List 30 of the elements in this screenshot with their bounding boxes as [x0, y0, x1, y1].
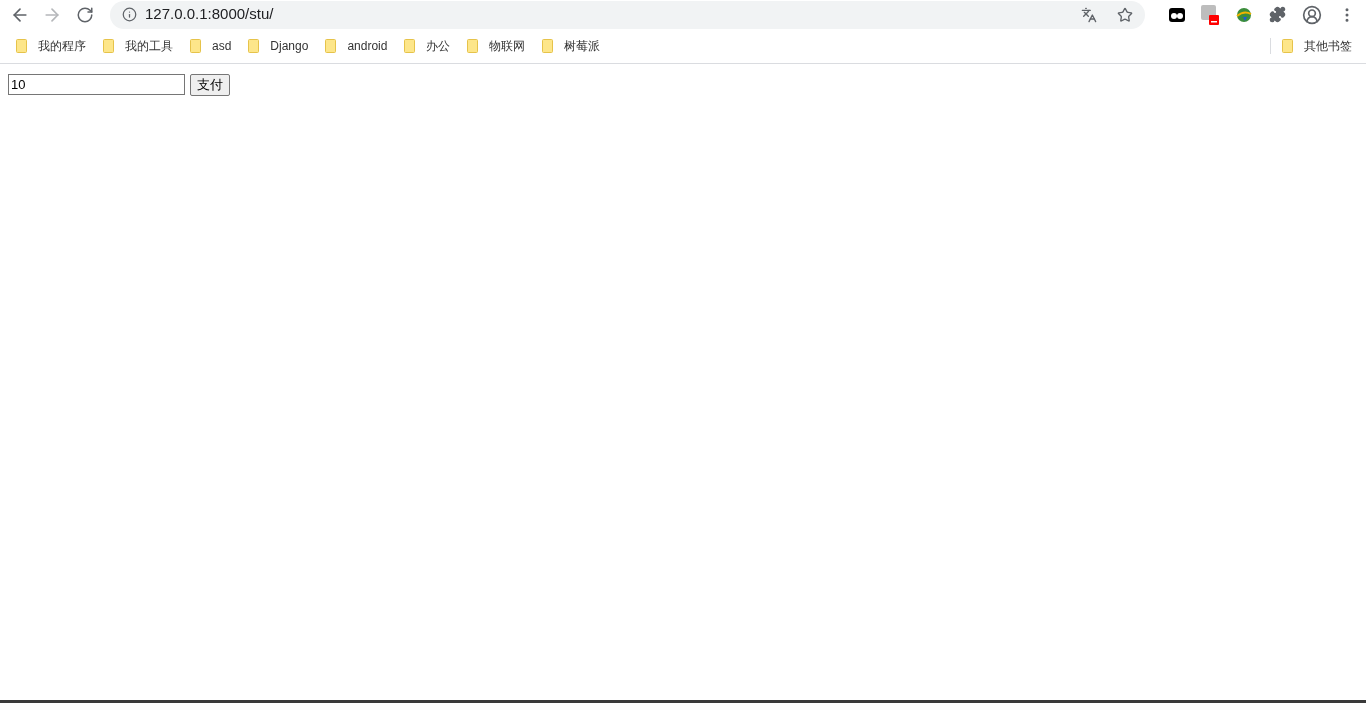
extension-icon[interactable] [1169, 7, 1185, 22]
folder-icon [542, 39, 554, 53]
folder-icon [248, 39, 260, 53]
folder-icon [1282, 39, 1293, 53]
folder-icon [16, 39, 27, 53]
reload-icon[interactable] [76, 5, 94, 24]
bookmark-item[interactable]: 我的工具 [103, 37, 173, 55]
other-bookmarks[interactable]: 其他书签 [1282, 37, 1352, 55]
bookmark-item[interactable]: 办公 [404, 37, 451, 55]
info-icon[interactable] [122, 7, 137, 22]
folder-icon [190, 39, 201, 53]
folder-icon [467, 39, 479, 53]
folder-icon [103, 39, 114, 53]
address-bar[interactable]: 127.0.0.1:8000/stu/ [110, 0, 1145, 29]
profile-icon[interactable] [1302, 4, 1322, 25]
bookmark-item[interactable]: asd [190, 37, 232, 55]
url-text: 127.0.0.1:8000/stu/ [145, 4, 274, 25]
translate-icon[interactable] [1081, 6, 1097, 23]
bookmark-item[interactable]: android [325, 37, 388, 55]
bookmark-star-icon[interactable] [1117, 6, 1133, 23]
extensions-icon[interactable] [1269, 6, 1286, 23]
folder-icon [325, 39, 337, 53]
bookmark-item[interactable]: Django [248, 37, 309, 55]
bookmark-item[interactable]: 树莓派 [542, 37, 601, 55]
pay-button[interactable]: 支付 [190, 74, 230, 96]
bookmark-item[interactable]: 物联网 [467, 37, 526, 55]
globe-icon[interactable] [1235, 6, 1253, 23]
folder-icon [404, 39, 416, 53]
bookmark-item[interactable]: 我的程序 [16, 37, 86, 55]
amount-input[interactable]: 10 [8, 74, 185, 95]
